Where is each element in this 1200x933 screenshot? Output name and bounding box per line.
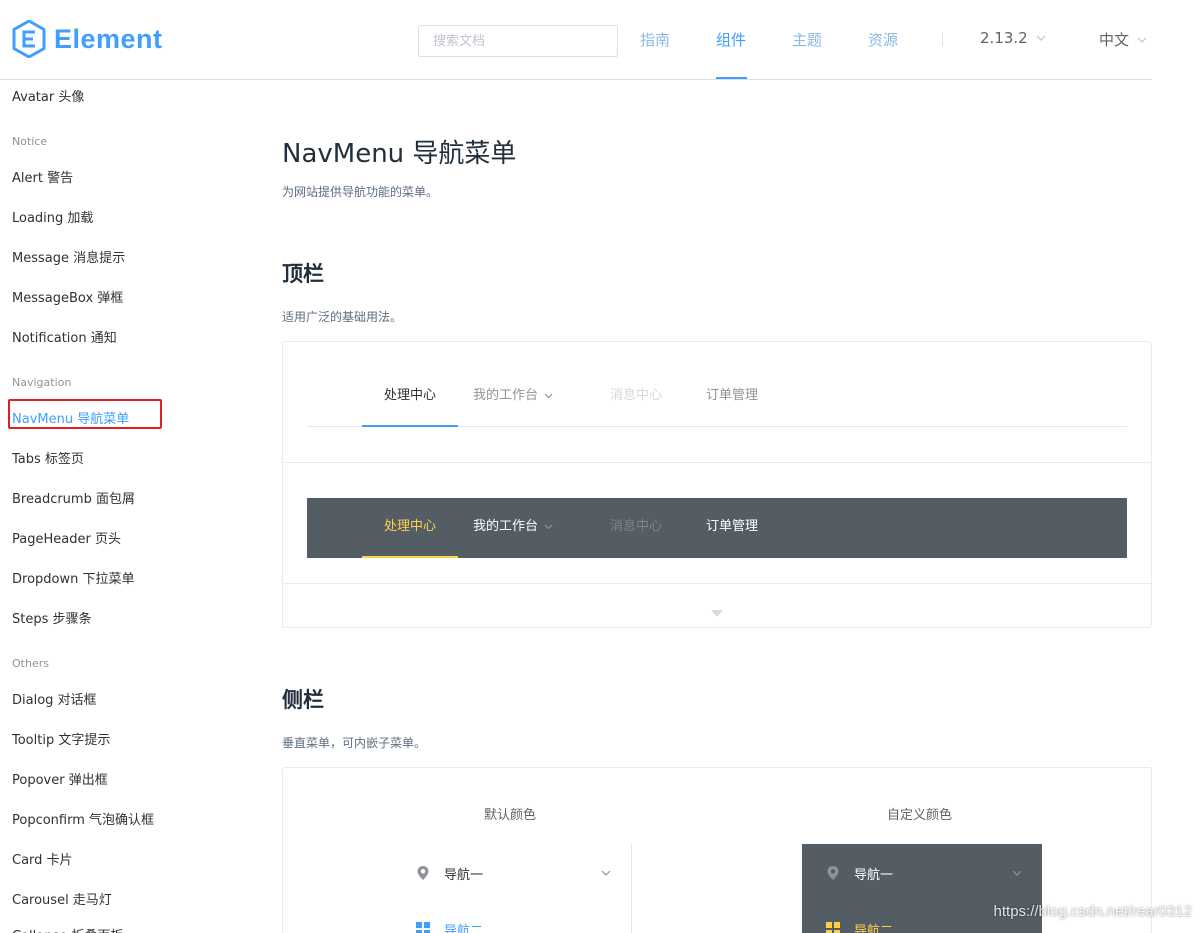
sidebar-item-dropdown[interactable]: Dropdown 下拉菜单 [12,568,135,587]
section-title-sidebar: 侧栏 [282,688,324,712]
menu-item-label: 我的工作台 [472,388,538,403]
sidebar-item-notification[interactable]: Notification 通知 [12,327,117,346]
sidebar-item-breadcrumb[interactable]: Breadcrumb 面包屑 [12,488,135,507]
sidebar-item-popover[interactable]: Popover 弹出框 [12,769,108,788]
chevron-down-icon [1137,37,1147,43]
menu-item-message-center-disabled: 消息中心 [588,367,684,427]
menu-item-label: 我的工作台 [472,519,538,534]
watermark-text: https://blog.csdn.net/rear0312 [993,903,1192,920]
demo-divider [283,583,1151,584]
menu-item-label: 消息中心 [609,388,662,403]
expand-code-toggle[interactable] [711,602,723,621]
sidebar-item-popconfirm[interactable]: Popconfirm 气泡确认框 [12,809,154,828]
menu-item-label: 消息中心 [609,519,662,534]
horizontal-menu-dark: 处理中心 我的工作台 消息中心 订单管理 [307,498,1127,558]
page-title: NavMenu 导航菜单 [282,139,517,169]
nav-resource[interactable]: 资源 [868,29,898,50]
logo-text: Element [54,23,163,54]
version-dropdown[interactable]: 2.13.2 [980,29,1046,47]
nav-guide[interactable]: 指南 [640,29,670,50]
sidebar-group-notice: Notice [12,135,48,148]
sidebar-item-tabs[interactable]: Tabs 标签页 [12,448,84,467]
location-icon [826,865,840,881]
menu-item-label: 订单管理 [705,519,758,534]
vmenu-item-label: 导航一 [444,867,484,883]
vmenu-item-label: 导航一 [854,867,894,883]
menu-item-order-management[interactable]: 订单管理 [684,498,780,558]
caret-down-icon [711,610,723,617]
nav-component[interactable]: 组件 [716,29,746,50]
sidebar-item-card[interactable]: Card 卡片 [12,849,73,868]
sidebar-item-message[interactable]: Message 消息提示 [12,247,125,266]
top-header: Element 指南 组件 主题 资源 2.13.2 中文 [0,0,1200,80]
sidebar-item-pageheader[interactable]: PageHeader 页头 [12,528,121,547]
menu-item-order-management[interactable]: 订单管理 [684,367,780,427]
menu-item-label: 处理中心 [383,388,436,403]
sidebar-item-alert[interactable]: Alert 警告 [12,167,73,186]
section-desc-sidebar: 垂直菜单，可内嵌子菜单。 [282,736,427,750]
default-color-label: 默认颜色 [484,808,537,823]
chevron-down-icon [1036,35,1046,41]
vertical-menu-border [631,844,632,933]
location-icon [416,865,430,881]
sidebar-item-collapse[interactable]: Collapse 折叠面板 [12,925,123,933]
section-desc-topbar: 适用广泛的基础用法。 [282,310,403,324]
nav-theme[interactable]: 主题 [792,29,822,50]
vmenu-item-nav-one[interactable]: 导航一 [416,845,631,901]
nav-separator [942,32,943,46]
horizontal-menu-light: 处理中心 我的工作台 消息中心 订单管理 [307,367,1127,427]
chevron-down-icon [601,870,611,876]
sidebar-item-dialog[interactable]: Dialog 对话框 [12,689,97,708]
vmenu-item-nav-two[interactable]: 导航二 [416,901,631,933]
vmenu-item-nav-one[interactable]: 导航一 [826,845,1042,901]
sidebar-item-navmenu[interactable]: NavMenu 导航菜单 [12,408,129,427]
section-title-topbar: 顶栏 [282,262,324,286]
vmenu-item-label: 导航二 [444,923,484,933]
version-label: 2.13.2 [980,29,1028,47]
chevron-down-icon [544,524,553,529]
sidebar-item-steps[interactable]: Steps 步骤条 [12,608,92,627]
chevron-down-icon [1012,870,1022,876]
menu-item-label: 订单管理 [705,388,758,403]
language-label: 中文 [1099,31,1130,49]
custom-color-label: 自定义颜色 [887,808,953,823]
language-dropdown[interactable]: 中文 [1099,29,1147,50]
element-logo[interactable]: Element [12,20,163,58]
demo-divider [283,462,1151,463]
menu-item-processing-center[interactable]: 处理中心 [362,367,458,427]
menu-grid-icon [416,922,430,933]
search-input[interactable] [418,25,618,57]
demo-box-topbar: 处理中心 我的工作台 消息中心 订单管理 处理中心 我的工作台 消息中心 订单管… [282,341,1152,628]
sidebar-item-avatar[interactable]: Avatar 头像 [12,86,84,105]
element-logo-icon [12,20,46,58]
sidebar-item-carousel[interactable]: Carousel 走马灯 [12,889,112,908]
sidebar-group-navigation: Navigation [12,376,72,389]
page-description: 为网站提供导航功能的菜单。 [282,185,439,199]
sidebar-item-loading[interactable]: Loading 加载 [12,207,93,226]
header-divider [0,79,1152,80]
chevron-down-icon [544,393,553,398]
menu-item-my-workbench[interactable]: 我的工作台 [458,367,568,427]
menu-grid-icon [826,922,840,933]
menu-item-processing-center[interactable]: 处理中心 [362,498,458,558]
sidebar-group-others: Others [12,657,49,670]
vmenu-item-label: 导航二 [854,923,894,933]
menu-item-label: 处理中心 [383,519,436,534]
sidebar-item-messagebox[interactable]: MessageBox 弹框 [12,287,123,306]
sidebar-item-tooltip[interactable]: Tooltip 文字提示 [12,729,110,748]
menu-item-my-workbench[interactable]: 我的工作台 [458,498,568,558]
menu-item-message-center-disabled: 消息中心 [588,498,684,558]
